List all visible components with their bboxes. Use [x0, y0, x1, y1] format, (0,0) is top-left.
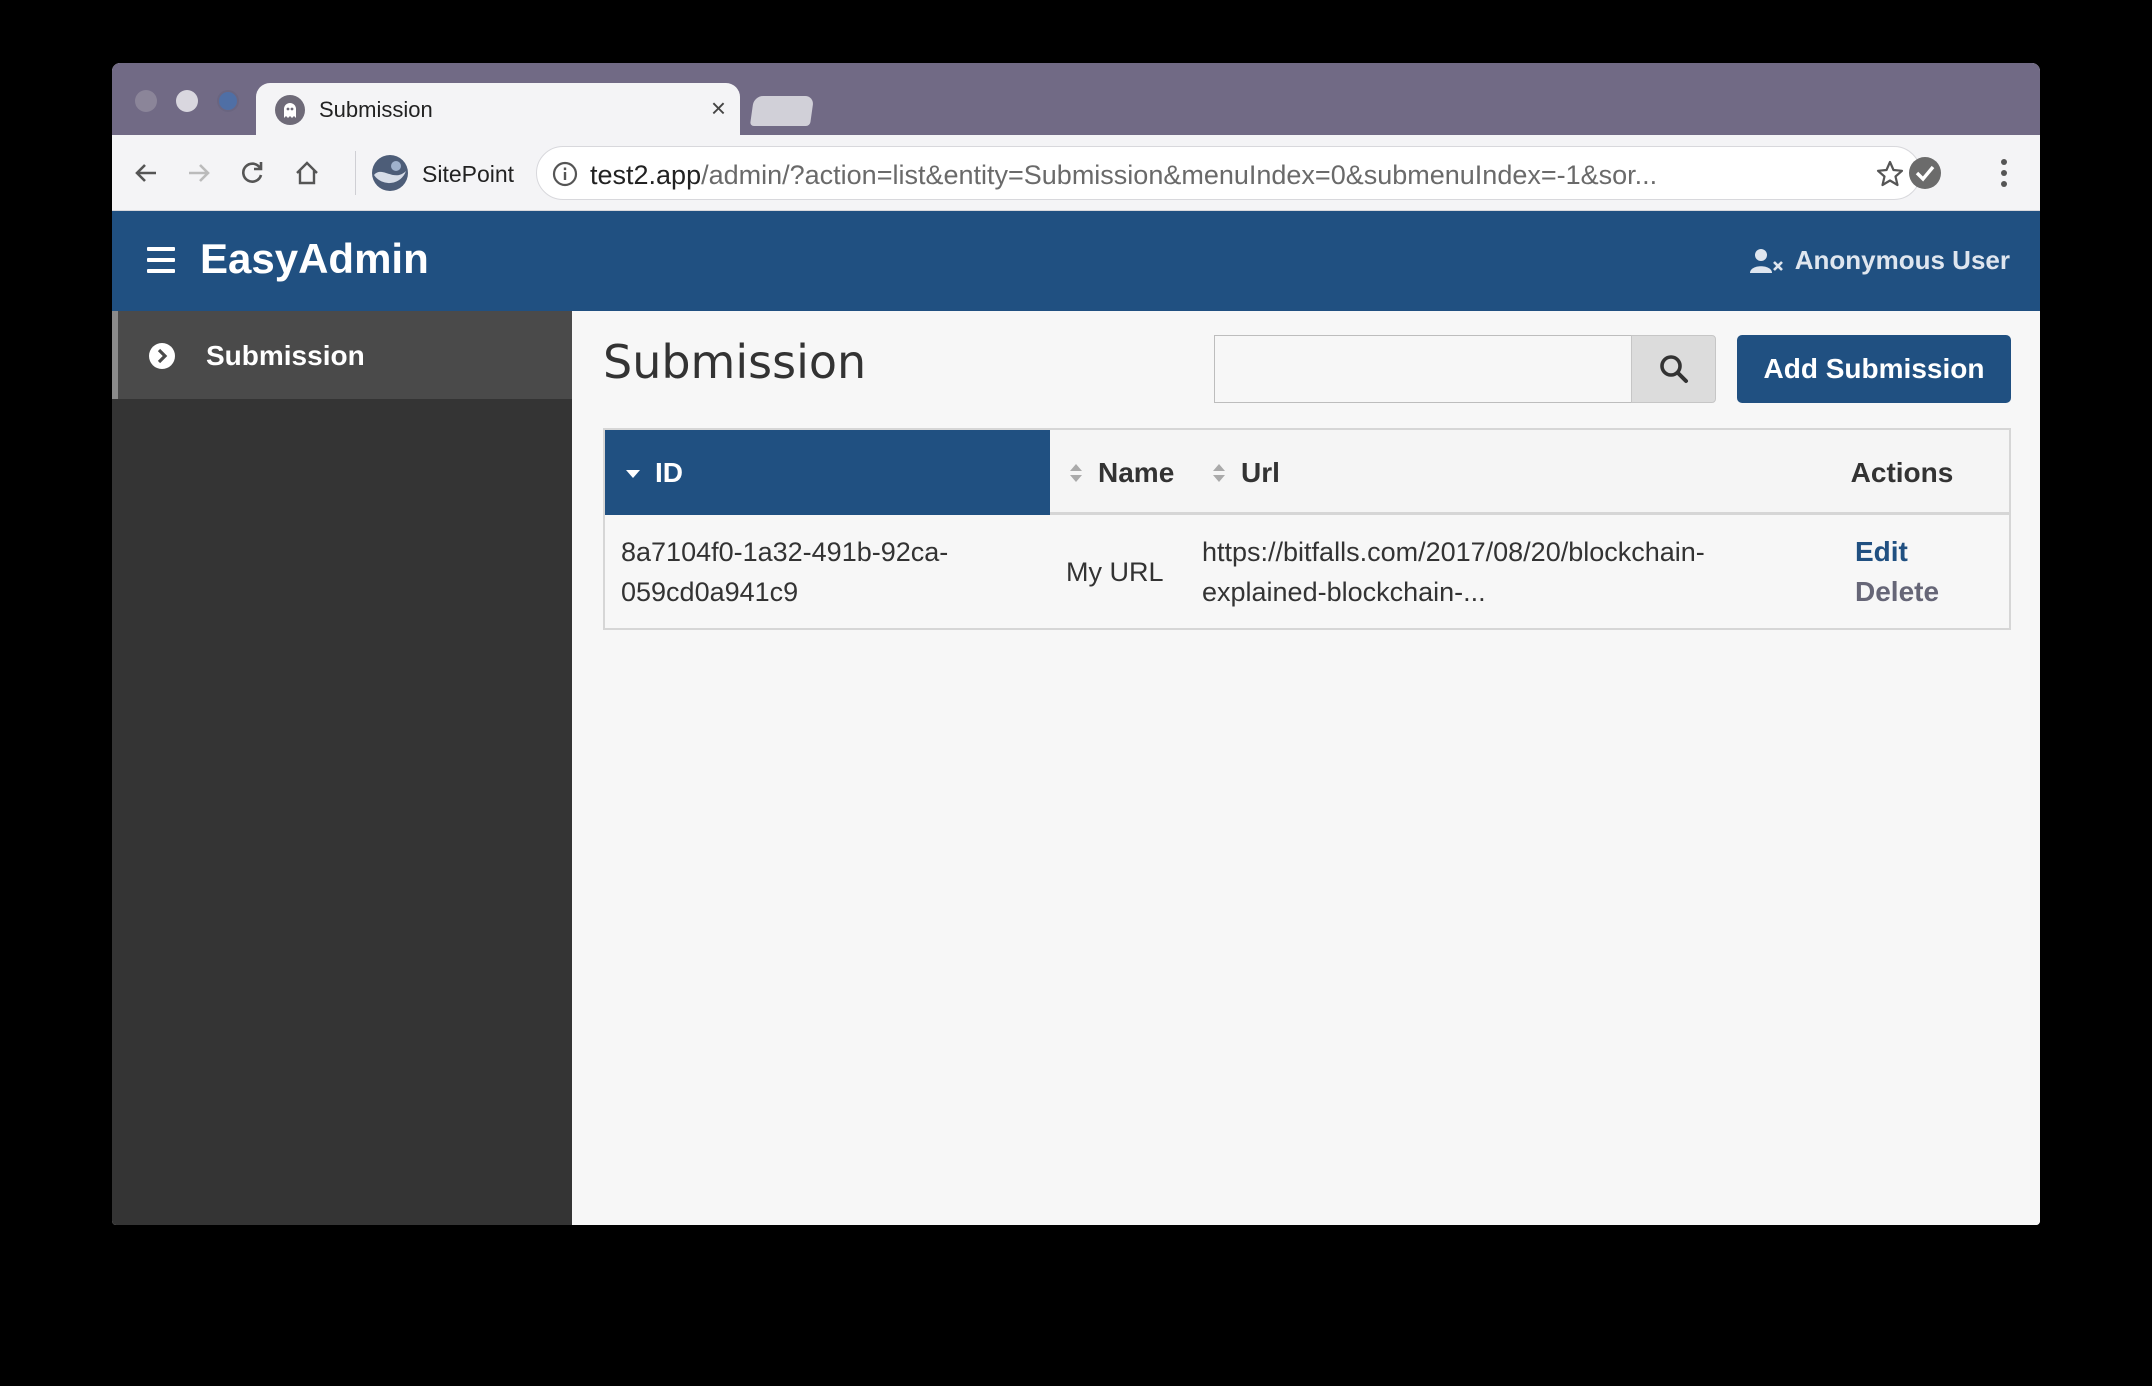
browser-menu-icon[interactable]: [1992, 153, 2016, 193]
home-icon[interactable]: [289, 155, 325, 191]
search-button[interactable]: [1631, 335, 1716, 403]
new-tab-button[interactable]: [749, 96, 815, 126]
window-maximize-button[interactable]: [217, 90, 239, 112]
window-close-button[interactable]: [135, 90, 157, 112]
sidebar: Submission: [112, 311, 572, 1225]
cell-url-line2: explained-blockchain-...: [1202, 576, 1486, 607]
ghost-favicon-icon: [275, 95, 305, 125]
add-submission-button[interactable]: Add Submission: [1737, 335, 2011, 403]
anonymous-user-icon: [1749, 248, 1783, 273]
window-minimize-button[interactable]: [176, 90, 198, 112]
cell-id-line2: 059cd0a941c9: [621, 576, 799, 607]
user-name: Anonymous User: [1794, 245, 2010, 275]
cell-id: 8a7104f0-1a32-491b-92ca- 059cd0a941c9: [621, 515, 1041, 628]
toolbar-divider: [355, 151, 356, 195]
table-header: ID Name Url Actions: [605, 430, 2009, 515]
sort-icon: [1213, 463, 1225, 482]
info-icon[interactable]: [551, 160, 579, 188]
sort-desc-icon: [626, 469, 640, 478]
browser-toolbar: SitePoint test2.app/admin/?action=list&e…: [112, 135, 2040, 211]
sidebar-item-submission[interactable]: Submission: [112, 311, 572, 399]
column-label-name: Name: [1098, 456, 1175, 488]
app-header: EasyAdmin Anonymous User: [112, 211, 2040, 311]
cell-actions: Edit Delete: [1855, 515, 2005, 628]
column-header-actions: Actions: [1795, 430, 2009, 515]
cell-url-line1: https://bitfalls.com/2017/08/20/blockcha…: [1202, 536, 1705, 567]
main-content: Submission Add Submission ID Name Url Ac…: [572, 311, 2040, 1225]
brand-logo[interactable]: EasyAdmin: [200, 235, 429, 283]
url-path: /admin/?action=list&entity=Submission&me…: [701, 160, 1658, 190]
url-text[interactable]: test2.app/admin/?action=list&entity=Subm…: [590, 160, 1790, 191]
submissions-table: ID Name Url Actions 8a7104f0-1a32-491b-9…: [603, 428, 2011, 630]
browser-window: Submission × SitePoint test2.app/admin/?…: [112, 63, 2040, 1225]
column-header-name[interactable]: Name: [1050, 430, 1195, 515]
forward-arrow-icon[interactable]: [181, 155, 217, 191]
sort-icon: [1070, 463, 1082, 482]
column-header-id[interactable]: ID: [605, 430, 1050, 515]
reload-icon[interactable]: [234, 155, 270, 191]
address-bar[interactable]: test2.app/admin/?action=list&entity=Subm…: [536, 146, 1921, 200]
column-label-id: ID: [655, 456, 683, 488]
search-input[interactable]: [1214, 335, 1632, 403]
browser-tab[interactable]: Submission ×: [256, 83, 740, 135]
column-header-url[interactable]: Url: [1195, 430, 1795, 515]
sidebar-item-label: Submission: [206, 340, 365, 371]
search-icon: [1659, 355, 1688, 383]
page-title: Submission: [603, 335, 867, 389]
tab-close-icon[interactable]: ×: [711, 95, 726, 121]
user-menu[interactable]: Anonymous User: [1749, 245, 2010, 276]
chevron-circle-right-icon: [149, 343, 175, 369]
back-arrow-icon[interactable]: [128, 155, 164, 191]
sitepoint-logo-icon[interactable]: [370, 153, 410, 193]
bookmark-sitepoint[interactable]: SitePoint: [422, 161, 514, 188]
cell-url: https://bitfalls.com/2017/08/20/blockcha…: [1202, 515, 1762, 628]
url-host: test2.app: [590, 160, 702, 190]
cell-name: My URL: [1066, 556, 1164, 587]
tab-title: Submission: [319, 97, 433, 122]
bookmark-star-icon[interactable]: [1874, 158, 1906, 190]
edit-link[interactable]: Edit: [1855, 532, 1908, 572]
column-label-url: Url: [1241, 456, 1280, 488]
cell-id-line1: 8a7104f0-1a32-491b-92ca-: [621, 536, 949, 567]
hamburger-menu-icon[interactable]: [147, 247, 175, 273]
table-row: 8a7104f0-1a32-491b-92ca- 059cd0a941c9 My …: [605, 515, 2009, 628]
column-label-actions: Actions: [1850, 456, 1954, 488]
tab-strip: Submission ×: [112, 63, 2040, 135]
extension-check-icon[interactable]: [1907, 155, 1943, 191]
delete-link[interactable]: Delete: [1855, 572, 1939, 612]
